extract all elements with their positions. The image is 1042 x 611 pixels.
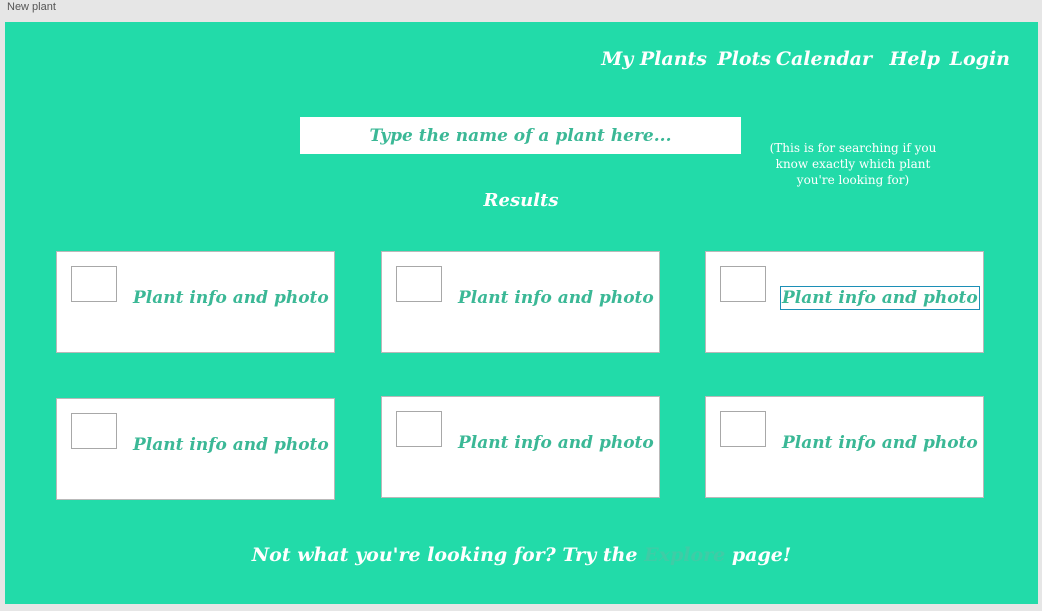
plant-photo-placeholder <box>71 266 117 302</box>
plant-photo-placeholder <box>720 411 766 447</box>
plant-info-label-selected[interactable]: Plant info and photo <box>780 286 980 310</box>
result-card[interactable]: Plant info and photo <box>705 251 984 353</box>
plant-photo-placeholder <box>396 266 442 302</box>
search-placeholder: Type the name of a plant here... <box>369 125 672 146</box>
artboard: My Plants Plots Calendar Help Login Type… <box>5 22 1038 604</box>
footer-prefix: Not what you're looking for? Try the <box>251 544 638 566</box>
result-card[interactable]: Plant info and photo <box>56 251 335 353</box>
plant-info-label: Plant info and photo <box>458 288 654 308</box>
plant-info-label: Plant info and photo <box>133 288 329 308</box>
search-help-note: (This is for searching if you know exact… <box>769 141 937 187</box>
nav-item-my-plants[interactable]: My Plants <box>601 48 707 70</box>
plant-search-input[interactable]: Type the name of a plant here... <box>300 117 741 154</box>
footer-suffix: page! <box>731 544 792 566</box>
nav-item-calendar[interactable]: Calendar <box>776 48 872 70</box>
results-heading: Results <box>483 190 559 211</box>
nav-item-help[interactable]: Help <box>889 48 940 70</box>
result-card[interactable]: Plant info and photo <box>381 396 660 498</box>
window-title: New plant <box>7 1 56 13</box>
plant-info-label: Plant info and photo <box>782 433 978 453</box>
plant-info-label: Plant info and photo <box>133 435 329 455</box>
result-card[interactable]: Plant info and photo <box>56 398 335 500</box>
result-card[interactable]: Plant info and photo <box>705 396 984 498</box>
plant-info-label: Plant info and photo <box>458 433 654 453</box>
plant-photo-placeholder <box>720 266 766 302</box>
nav-item-plots[interactable]: Plots <box>717 48 771 70</box>
result-card[interactable]: Plant info and photo <box>381 251 660 353</box>
plant-photo-placeholder <box>71 413 117 449</box>
plant-photo-placeholder <box>396 411 442 447</box>
nav-item-login[interactable]: Login <box>950 48 1010 70</box>
explore-link[interactable]: Explore <box>644 544 725 566</box>
window-titlebar: New plant <box>0 0 1042 22</box>
footer-message: Not what you're looking for? Try the Exp… <box>5 544 1038 566</box>
